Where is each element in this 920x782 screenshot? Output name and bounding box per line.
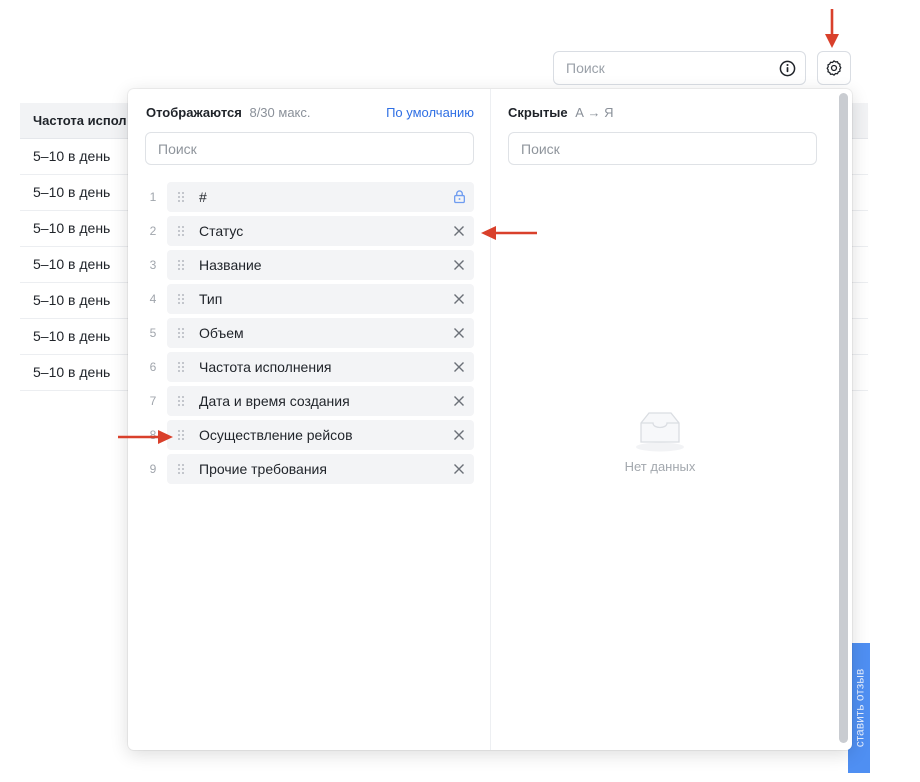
annotation-arrow-right-icon bbox=[118, 430, 173, 444]
column-label: Прочие требования bbox=[199, 461, 327, 477]
panel-divider bbox=[490, 89, 491, 750]
column-pill[interactable]: Частота исполнения bbox=[167, 352, 474, 382]
column-item-created-at: 7 Дата и время создания bbox=[145, 386, 474, 416]
drag-handle-icon[interactable] bbox=[177, 225, 185, 237]
visible-columns-search-input[interactable] bbox=[145, 132, 474, 165]
column-label: Объем bbox=[199, 325, 244, 341]
column-index: 5 bbox=[149, 326, 157, 340]
hidden-columns-empty-state: Нет данных bbox=[580, 409, 740, 474]
column-item-type: 4 Тип bbox=[145, 284, 474, 314]
close-icon[interactable] bbox=[453, 463, 465, 475]
hidden-columns-title: Скрытые bbox=[508, 105, 568, 120]
column-item-status: 2 Статус bbox=[145, 216, 474, 246]
annotation-arrow-left-icon bbox=[481, 226, 537, 240]
close-icon[interactable] bbox=[453, 395, 465, 407]
visible-columns-header: Отображаются 8/30 макс. По умолчанию bbox=[146, 105, 474, 125]
close-icon[interactable] bbox=[453, 259, 465, 271]
column-label: Название bbox=[199, 257, 262, 273]
info-circle-icon[interactable] bbox=[779, 60, 796, 77]
close-icon[interactable] bbox=[453, 429, 465, 441]
column-index: 1 bbox=[149, 190, 157, 204]
close-icon[interactable] bbox=[453, 361, 465, 373]
column-pill[interactable]: Дата и время создания bbox=[167, 386, 474, 416]
empty-text: Нет данных bbox=[624, 459, 696, 474]
column-item-hash: 1 # bbox=[145, 182, 474, 212]
lock-icon bbox=[454, 190, 465, 204]
visible-columns-list: 1 # 2 Статус 3 Название 4 Тип 5 Объем 6 … bbox=[145, 182, 474, 488]
column-pill[interactable]: Прочие требования bbox=[167, 454, 474, 484]
column-pill[interactable]: Объем bbox=[167, 318, 474, 348]
column-label: Статус bbox=[199, 223, 244, 239]
column-item-volume: 5 Объем bbox=[145, 318, 474, 348]
drag-handle-icon[interactable] bbox=[177, 327, 185, 339]
column-pill[interactable]: Статус bbox=[167, 216, 474, 246]
column-label: Тип bbox=[199, 291, 223, 307]
drag-handle-icon[interactable] bbox=[177, 361, 185, 373]
hidden-columns-search-input[interactable] bbox=[508, 132, 817, 165]
column-pill[interactable]: Осуществление рейсов bbox=[167, 420, 474, 450]
column-item-trips: 8 Осуществление рейсов bbox=[145, 420, 474, 450]
popover-scrollbar[interactable] bbox=[837, 93, 849, 745]
column-label: # bbox=[199, 189, 207, 205]
column-index: 3 bbox=[149, 258, 157, 272]
reset-defaults-link[interactable]: По умолчанию bbox=[386, 105, 474, 120]
drag-handle-icon[interactable] bbox=[177, 191, 185, 203]
close-icon[interactable] bbox=[453, 225, 465, 237]
column-settings-popover: Отображаются 8/30 макс. По умолчанию 1 #… bbox=[128, 89, 852, 750]
table-search[interactable] bbox=[553, 51, 806, 85]
column-item-other-requirements: 9 Прочие требования bbox=[145, 454, 474, 484]
column-settings-button[interactable] bbox=[817, 51, 851, 85]
hidden-columns-header: Скрытые А → Я bbox=[508, 105, 614, 120]
column-pill[interactable]: Название bbox=[167, 250, 474, 280]
table-search-input[interactable] bbox=[554, 52, 776, 84]
column-index: 2 bbox=[149, 224, 157, 238]
annotation-arrow-down-icon bbox=[825, 9, 839, 48]
column-label: Осуществление рейсов bbox=[199, 427, 353, 443]
column-pill[interactable]: # bbox=[167, 182, 474, 212]
column-label: Частота исполнения bbox=[199, 359, 332, 375]
scrollbar-thumb[interactable] bbox=[839, 93, 848, 743]
column-label: Дата и время создания bbox=[199, 393, 350, 409]
column-index: 9 bbox=[149, 462, 157, 476]
visible-columns-title: Отображаются bbox=[146, 105, 242, 120]
column-index: 4 bbox=[149, 292, 157, 306]
gear-icon bbox=[826, 60, 842, 76]
column-item-frequency: 6 Частота исполнения bbox=[145, 352, 474, 382]
hidden-columns-sort[interactable]: А → Я bbox=[575, 105, 613, 120]
drag-handle-icon[interactable] bbox=[177, 293, 185, 305]
drag-handle-icon[interactable] bbox=[177, 395, 185, 407]
feedback-tab-label: ставить отзыв bbox=[852, 668, 867, 748]
column-item-name: 3 Название bbox=[145, 250, 474, 280]
drag-handle-icon[interactable] bbox=[177, 463, 185, 475]
visible-columns-count: 8/30 макс. bbox=[249, 105, 311, 120]
empty-inbox-icon bbox=[636, 412, 684, 452]
column-index: 6 bbox=[149, 360, 157, 374]
column-index: 7 bbox=[149, 394, 157, 408]
column-pill[interactable]: Тип bbox=[167, 284, 474, 314]
drag-handle-icon[interactable] bbox=[177, 259, 185, 271]
close-icon[interactable] bbox=[453, 327, 465, 339]
drag-handle-icon[interactable] bbox=[177, 429, 185, 441]
close-icon[interactable] bbox=[453, 293, 465, 305]
